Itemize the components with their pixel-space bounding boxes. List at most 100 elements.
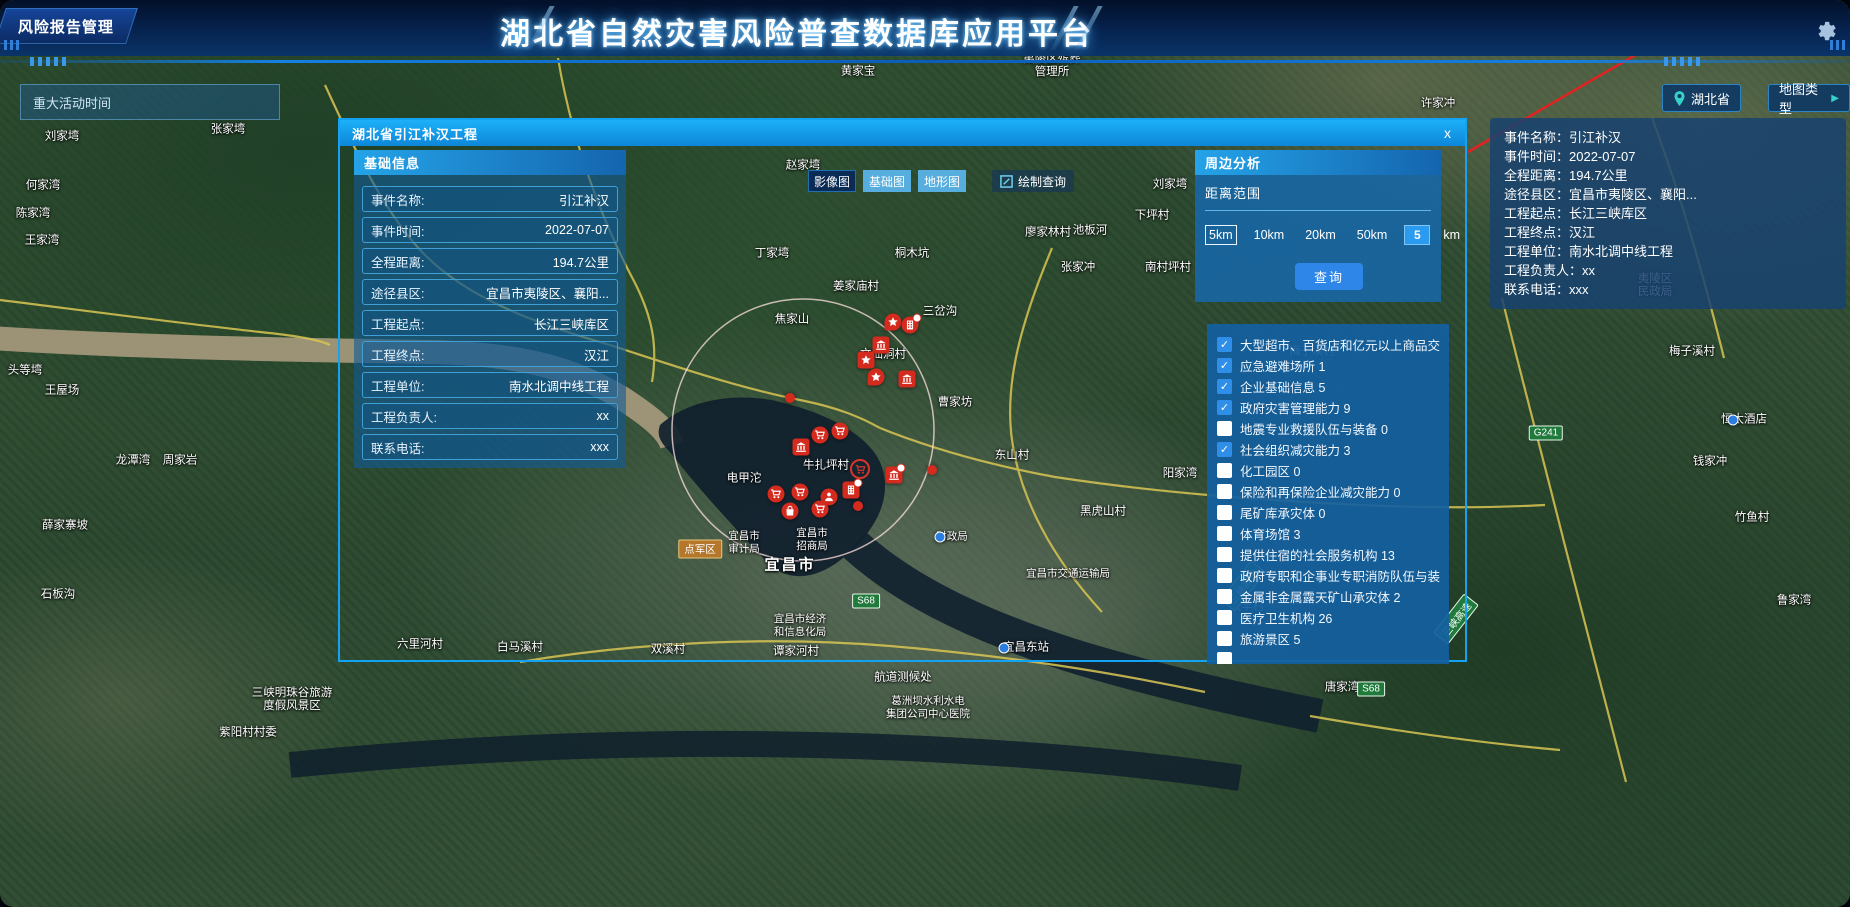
category-label: 大型超市、百货店和亿元以上商品交 <box>1240 335 1440 354</box>
layer-button[interactable]: 影像图 <box>808 170 856 192</box>
decor-ticks-left <box>30 57 66 66</box>
draw-query-button[interactable]: 绘制查询 <box>992 170 1074 192</box>
category-label: 金属非金属露天矿山承灾体 2 <box>1240 587 1400 606</box>
basic-info-row: 全程距离: 194.7公里 <box>362 248 618 274</box>
info-label: 事件时间: <box>371 221 424 240</box>
checkbox[interactable] <box>1217 337 1232 352</box>
category-label: 尾矿库承灾体 0 <box>1240 503 1325 522</box>
category-row[interactable]: 保险和再保险企业减灾能力 0 <box>1217 481 1449 502</box>
tooltip-row: 事件时间：2022-07-07 <box>1504 147 1832 166</box>
category-row[interactable]: 医疗卫生机构 26 <box>1217 607 1449 628</box>
tooltip-value: 引江补汉 <box>1569 130 1621 145</box>
category-row[interactable]: 大型超市、百货店和亿元以上商品交 <box>1217 334 1449 355</box>
query-button[interactable]: 查询 <box>1295 263 1363 290</box>
checkbox[interactable] <box>1217 526 1232 541</box>
map-type-label: 地图类型 <box>1779 79 1824 117</box>
analysis-header: 周边分析 <box>1195 150 1441 175</box>
category-label: 政府灾害管理能力 9 <box>1240 398 1350 417</box>
analysis-category-list: 大型超市、百货店和亿元以上商品交 应急避难场所 1 企业基础信息 5 政府灾害管… <box>1207 324 1449 664</box>
info-label: 工程单位: <box>371 376 424 395</box>
analysis-body: 距离范围 5km10km20km50km km 查询 <box>1195 175 1441 302</box>
range-option[interactable]: 20km <box>1301 225 1340 245</box>
major-activity-time-panel[interactable]: 重大活动时间 <box>20 84 280 120</box>
category-row[interactable]: 地震专业救援队伍与装备 0 <box>1217 418 1449 439</box>
checkbox[interactable] <box>1217 652 1232 664</box>
category-label: 化工园区 0 <box>1240 461 1300 480</box>
layer-button[interactable]: 基础图 <box>863 170 911 192</box>
range-input[interactable] <box>1404 225 1430 245</box>
region-select-button[interactable]: 湖北省 <box>1662 84 1741 112</box>
map-marker[interactable] <box>1728 415 1739 426</box>
tooltip-label: 途径县区： <box>1504 187 1569 202</box>
category-row[interactable]: 体育场馆 3 <box>1217 523 1449 544</box>
checkbox[interactable] <box>1217 568 1232 583</box>
category-row[interactable]: 社会组织减灾能力 3 <box>1217 439 1449 460</box>
checkbox[interactable] <box>1217 589 1232 604</box>
tooltip-value: 长江三峡库区 <box>1569 206 1647 221</box>
category-label: 应急避难场所 1 <box>1240 356 1325 375</box>
info-label: 途径县区: <box>371 283 424 302</box>
tooltip-row: 事件名称：引江补汉 <box>1504 128 1832 147</box>
category-row[interactable]: 尾矿库承灾体 0 <box>1217 502 1449 523</box>
category-label: 企业基础信息 5 <box>1240 377 1325 396</box>
tooltip-row: 工程负责人：xx <box>1504 261 1832 280</box>
close-icon[interactable]: x <box>1430 125 1465 141</box>
category-row[interactable]: 金属非金属露天矿山承灾体 2 <box>1217 586 1449 607</box>
checkbox[interactable] <box>1217 547 1232 562</box>
checkbox[interactable] <box>1217 442 1232 457</box>
info-value: 长江三峡库区 <box>534 314 609 333</box>
nav-tab[interactable]: 风险报告管理 <box>0 8 138 44</box>
tooltip-label: 工程终点： <box>1504 225 1569 240</box>
road-sign: S68 <box>1357 682 1385 697</box>
decor-ticks-right <box>1664 57 1700 66</box>
category-row[interactable] <box>1217 649 1449 664</box>
layer-switcher: 影像图基础图地形图 <box>808 170 966 192</box>
range-option[interactable]: 5km <box>1205 225 1237 245</box>
nav-tab-label: 风险报告管理 <box>18 16 114 37</box>
map-type-button[interactable]: 地图类型 <box>1768 84 1850 112</box>
category-row[interactable]: 化工园区 0 <box>1217 460 1449 481</box>
checkbox[interactable] <box>1217 505 1232 520</box>
info-label: 工程起点: <box>371 314 424 333</box>
info-label: 工程负责人: <box>371 407 437 426</box>
tooltip-label: 事件时间： <box>1504 149 1569 164</box>
category-label: 提供住宿的社会服务机构 13 <box>1240 545 1395 564</box>
category-row[interactable]: 政府专职和企事业专职消防队伍与装 <box>1217 565 1449 586</box>
basic-info-header: 基础信息 <box>354 150 626 175</box>
category-row[interactable]: 政府灾害管理能力 9 <box>1217 397 1449 418</box>
checkbox[interactable] <box>1217 379 1232 394</box>
checkbox[interactable] <box>1217 631 1232 646</box>
tooltip-label: 事件名称： <box>1504 130 1569 145</box>
info-value: 汉江 <box>584 345 609 364</box>
range-options-row: 5km10km20km50km km <box>1205 225 1431 245</box>
checkbox[interactable] <box>1217 358 1232 373</box>
modal-header[interactable]: 湖北省引江补汉工程 x <box>340 120 1465 146</box>
tooltip-label: 全程距离： <box>1504 168 1569 183</box>
info-value: 引江补汉 <box>559 190 609 209</box>
modal-title: 湖北省引江补汉工程 <box>340 124 478 143</box>
checkbox[interactable] <box>1217 421 1232 436</box>
checkbox[interactable] <box>1217 463 1232 478</box>
category-row[interactable]: 旅游景区 5 <box>1217 628 1449 649</box>
tooltip-row: 联系电话：xxx <box>1504 280 1832 299</box>
range-section-label: 距离范围 <box>1205 183 1431 211</box>
category-row[interactable]: 企业基础信息 5 <box>1217 376 1449 397</box>
range-option[interactable]: 10km <box>1250 225 1289 245</box>
layer-button[interactable]: 地形图 <box>918 170 966 192</box>
category-row[interactable]: 应急避难场所 1 <box>1217 355 1449 376</box>
info-value: 194.7公里 <box>553 252 609 271</box>
activity-panel-title: 重大活动时间 <box>33 93 111 112</box>
basic-info-row: 事件名称: 引江补汉 <box>362 186 618 212</box>
checkbox[interactable] <box>1217 400 1232 415</box>
category-row[interactable]: 提供住宿的社会服务机构 13 <box>1217 544 1449 565</box>
category-label: 体育场馆 3 <box>1240 524 1300 543</box>
top-navbar: 首页 一张图 重大决策服务 湖北省自然灾害风险普查数据库应用平台 重大工程服务 … <box>0 0 1850 56</box>
tooltip-value: xx <box>1582 263 1595 278</box>
tooltip-value: 194.7公里 <box>1569 168 1628 183</box>
tooltip-row: 工程终点：汉江 <box>1504 223 1832 242</box>
checkbox[interactable] <box>1217 610 1232 625</box>
range-option[interactable]: 50km <box>1353 225 1392 245</box>
tooltip-value: xxx <box>1569 282 1589 297</box>
checkbox[interactable] <box>1217 484 1232 499</box>
basic-info-panel: 基础信息 事件名称: 引江补汉 事件时间: 2022-07-07 全程距离: 1… <box>354 150 626 468</box>
